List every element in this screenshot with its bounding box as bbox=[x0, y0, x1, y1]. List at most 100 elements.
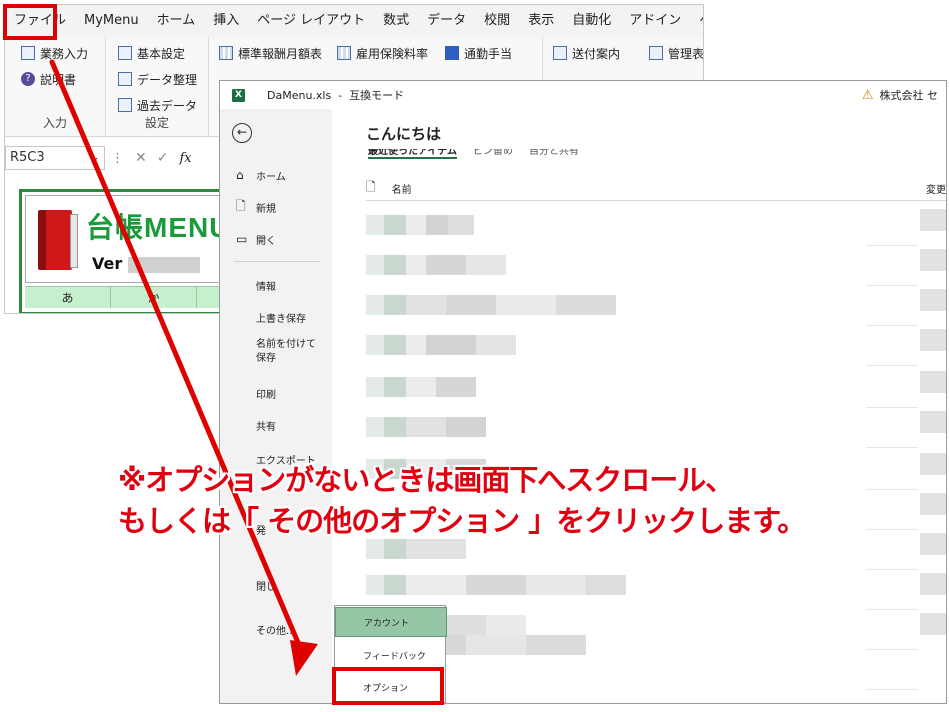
insurance-rate-button[interactable]: 雇用保険料率 bbox=[337, 43, 428, 63]
window-title: DaMenu.xls - 互換モード bbox=[267, 89, 405, 102]
tab-recent[interactable]: 最近使ったアイテム bbox=[368, 149, 457, 159]
nav-home[interactable]: ⌂ ホーム bbox=[220, 161, 332, 189]
nav-open-label: 開く bbox=[256, 235, 276, 247]
nav-more[interactable]: その他... bbox=[220, 615, 332, 643]
menu-item-feedback[interactable]: フィードバック bbox=[335, 640, 447, 670]
tab-home[interactable]: ホーム bbox=[148, 5, 205, 37]
nav-new-label: 新規 bbox=[256, 203, 276, 215]
tab-page-layout[interactable]: ページ レイアウト bbox=[248, 5, 374, 37]
past-data-label: 過去データ bbox=[137, 98, 198, 113]
tab-shared[interactable]: 自分と共有 bbox=[529, 149, 579, 159]
tab-automate[interactable]: 自動化 bbox=[563, 5, 620, 37]
tab-formulas[interactable]: 数式 bbox=[374, 5, 418, 37]
cancel-icon[interactable]: ✕ bbox=[135, 150, 147, 166]
ribbon-group-input: 業務入力 ? 説明書 入力 bbox=[5, 37, 106, 137]
nav-more-label: その他... bbox=[256, 625, 296, 637]
confirm-icon[interactable]: ✓ bbox=[157, 150, 169, 166]
back-arrow-icon[interactable]: ← bbox=[232, 123, 252, 143]
banner-title: 台帳MENU bbox=[86, 212, 231, 243]
nav-new[interactable]: 🗋 新規 bbox=[220, 193, 332, 221]
column-modified[interactable]: 変更 bbox=[926, 181, 946, 196]
tab-mymenu[interactable]: MyMenu bbox=[75, 5, 148, 37]
list-item[interactable] bbox=[366, 539, 914, 559]
blurred-date bbox=[920, 249, 946, 271]
nav-print[interactable]: 印刷 bbox=[220, 379, 332, 407]
nav-save-as-label: 名前を付けて保存 bbox=[256, 339, 316, 364]
list-item[interactable] bbox=[366, 335, 914, 355]
row-divider bbox=[866, 365, 918, 366]
insurance-rate-label: 雇用保険料率 bbox=[356, 46, 429, 61]
cover-letter-button[interactable]: 送付案内 bbox=[553, 43, 620, 63]
row-divider bbox=[866, 447, 918, 448]
number-icon bbox=[445, 46, 459, 60]
blurred-date bbox=[920, 613, 946, 635]
blurred-version bbox=[127, 256, 200, 273]
basic-settings-button[interactable]: 基本設定 bbox=[118, 43, 185, 63]
tab-addins[interactable]: アドイン bbox=[620, 5, 690, 37]
data-cleanup-button[interactable]: データ整理 bbox=[118, 69, 197, 89]
highlight-options bbox=[332, 667, 444, 705]
new-document-icon: 🗋 bbox=[236, 198, 246, 213]
tab-help[interactable]: ヘルプ bbox=[690, 5, 703, 37]
past-data-button[interactable]: 過去データ bbox=[118, 95, 197, 115]
tab-insert[interactable]: 挿入 bbox=[204, 5, 248, 37]
commute-allowance-label: 通勤手当 bbox=[464, 46, 513, 61]
folder-open-icon: ▭ bbox=[236, 232, 248, 246]
blurred-date bbox=[920, 329, 946, 351]
salary-table-button[interactable]: 標準報酬月額表 bbox=[219, 43, 322, 63]
account-label: アカウント bbox=[364, 618, 410, 629]
cover-letter-label: 送付案内 bbox=[572, 46, 621, 61]
row-divider bbox=[866, 569, 918, 570]
tab-view[interactable]: 表示 bbox=[519, 5, 563, 37]
business-input-button[interactable]: 業務入力 bbox=[21, 43, 88, 63]
nav-close[interactable]: 閉じ bbox=[220, 571, 332, 599]
nav-share[interactable]: 共有 bbox=[220, 411, 332, 439]
nav-save-as[interactable]: 名前を付けて保存 bbox=[220, 335, 332, 369]
name-box[interactable]: R5C3 ⌄ bbox=[5, 146, 105, 170]
list-item[interactable] bbox=[366, 615, 914, 635]
menu-item-account[interactable]: アカウント bbox=[335, 607, 447, 637]
data-cleanup-label: データ整理 bbox=[137, 72, 198, 87]
recent-tabs: 最近使ったアイテム ピン留め 自分と共有 bbox=[368, 149, 579, 159]
list-item[interactable] bbox=[366, 417, 914, 437]
manual-button[interactable]: ? 説明書 bbox=[21, 69, 76, 89]
column-name[interactable]: 名前 bbox=[392, 181, 412, 196]
callout-line-1: ※オプションがないときは画面下へスクロール、 bbox=[118, 463, 734, 497]
nav-info[interactable]: 情報 bbox=[220, 271, 332, 299]
table-icon bbox=[219, 46, 233, 60]
tab-pinned[interactable]: ピン留め bbox=[473, 149, 513, 159]
account-warning[interactable]: ⚠ 株式会社 セ bbox=[862, 87, 938, 103]
insert-function-icon[interactable]: fx bbox=[179, 151, 191, 166]
list-item[interactable] bbox=[366, 255, 914, 275]
document-icon: 🗋 bbox=[366, 180, 376, 194]
list-item[interactable] bbox=[366, 215, 914, 235]
management-table-label: 管理表 bbox=[668, 46, 704, 61]
commute-allowance-button[interactable]: 通勤手当 bbox=[445, 43, 512, 63]
feedback-label: フィードバック bbox=[363, 651, 426, 662]
blurred-date bbox=[920, 371, 946, 393]
menu-bar: ファイル MyMenu ホーム 挿入 ページ レイアウト 数式 データ 校閲 表… bbox=[5, 5, 703, 37]
file-list-header: 🗋 名前 変更 bbox=[366, 177, 946, 201]
list-item[interactable] bbox=[366, 635, 914, 655]
management-table-button[interactable]: 管理表 bbox=[649, 43, 704, 63]
nav-share-label: 共有 bbox=[256, 421, 276, 433]
highlight-file-tab bbox=[3, 4, 57, 40]
backstage-nav: ← ⌂ ホーム 🗋 新規 ▭ 開く 情報 上書き保存 名前を付けて保存 印刷 共… bbox=[220, 109, 332, 703]
version-label: Ver bbox=[92, 254, 123, 273]
edit-doc-icon bbox=[21, 46, 35, 60]
nav-open[interactable]: ▭ 開く bbox=[220, 225, 332, 253]
row-divider bbox=[866, 285, 918, 286]
tab-review[interactable]: 校閲 bbox=[475, 5, 519, 37]
tab-data[interactable]: データ bbox=[418, 5, 475, 37]
list-item[interactable] bbox=[366, 295, 914, 315]
data-table-icon bbox=[118, 72, 132, 86]
blurred-date bbox=[920, 573, 946, 595]
list-item[interactable] bbox=[366, 575, 914, 595]
group-name-input: 入力 bbox=[42, 116, 67, 130]
list-item[interactable] bbox=[366, 377, 914, 397]
company-name: 株式会社 セ bbox=[879, 89, 939, 102]
nav-save[interactable]: 上書き保存 bbox=[220, 303, 332, 331]
chevron-down-icon[interactable]: ⌄ bbox=[89, 150, 100, 166]
row-divider bbox=[866, 245, 918, 246]
nav-close-label: 閉じ bbox=[256, 581, 276, 593]
